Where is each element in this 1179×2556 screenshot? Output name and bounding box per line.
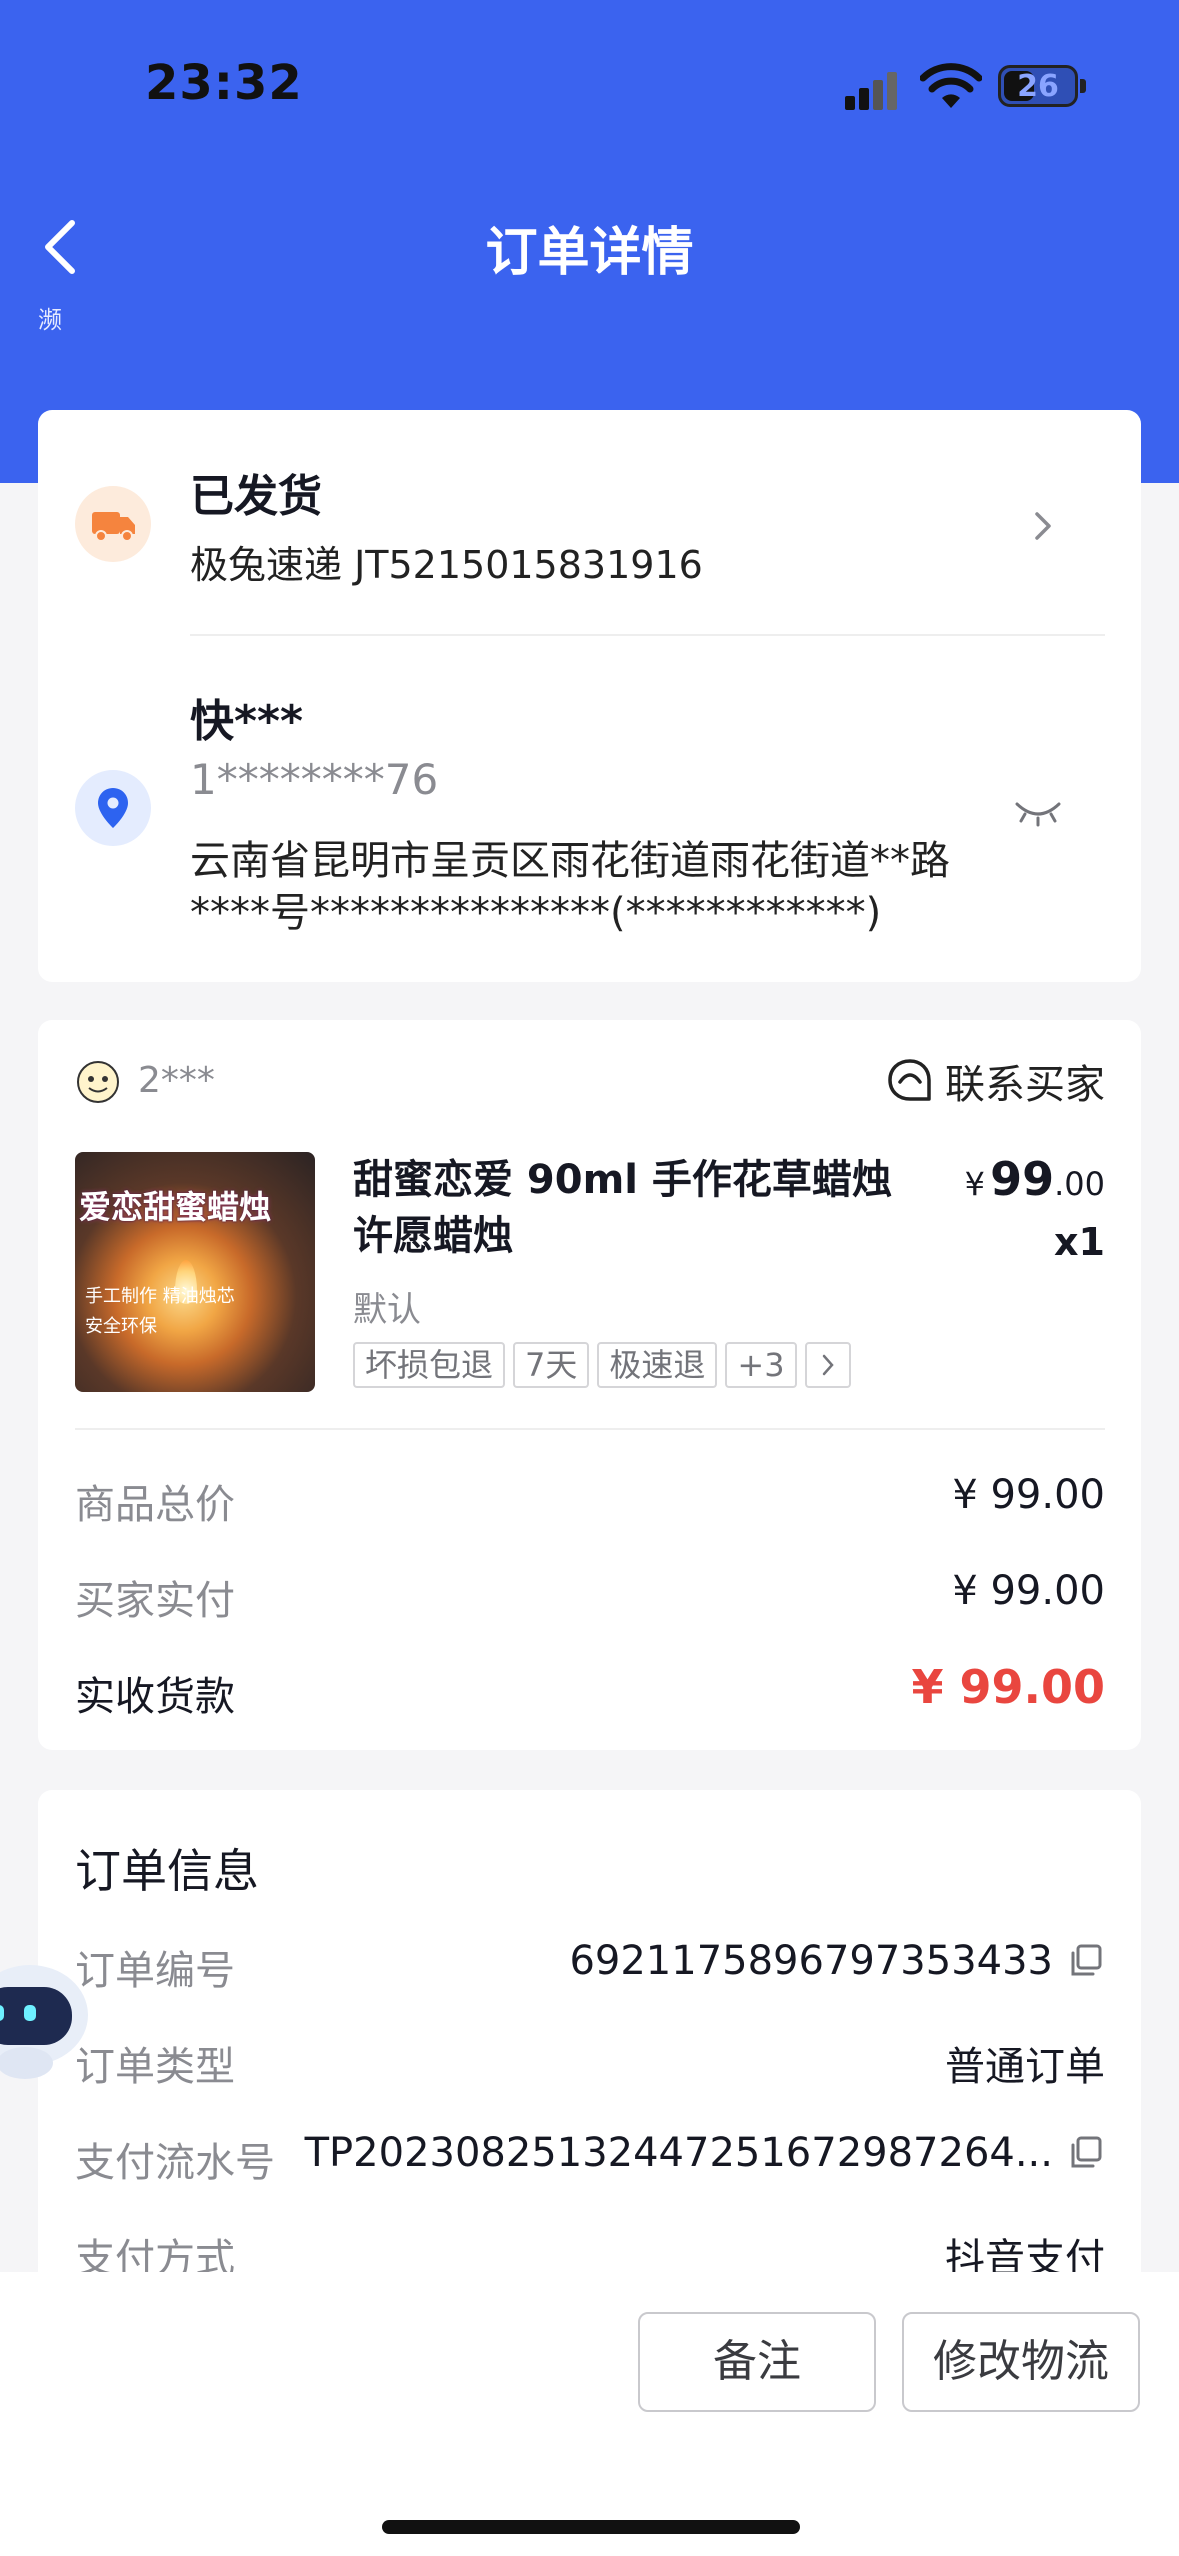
address-line-2: ****号***************(************): [190, 890, 882, 936]
product-image-check-1: 手工制作 精油烛芯: [85, 1286, 235, 1307]
divider: [75, 1428, 1105, 1430]
delivery-truck-icon: [75, 486, 151, 562]
header-partial-text: 濒: [38, 306, 62, 334]
price-value: ¥ 99.00: [952, 1472, 1105, 1518]
tag-7-day: 7天: [513, 1342, 590, 1388]
payment-serial-value: TP2023082513244725167298726​4...: [304, 2130, 1053, 2176]
shop-avatar[interactable]: [76, 1060, 120, 1104]
received-amount: ¥ 99.00: [911, 1660, 1105, 1714]
price-label: 实收货款: [75, 1674, 235, 1720]
status-time: 23:32: [145, 55, 303, 111]
price-row-total: 商品总价 ¥ 99.00: [75, 1472, 1105, 1532]
product-spec: 默认: [353, 1290, 421, 1330]
product-price: ¥ 99.00: [965, 1152, 1105, 1206]
cellular-signal-icon: [845, 70, 905, 110]
contact-buyer-button[interactable]: 联系买家: [885, 1056, 1105, 1108]
product-title[interactable]: 甜蜜恋爱 90ml 手作花草蜡烛许愿蜡烛: [353, 1152, 913, 1264]
price-decimal: .00: [1054, 1165, 1105, 1203]
modify-logistics-button[interactable]: 修改物流: [902, 2312, 1140, 2412]
shipping-address-card: 已发货 极兔速递 JT5215015831916 快*** 1********7…: [38, 410, 1141, 982]
battery-level: 26: [1017, 69, 1059, 104]
assistant-robot-icon[interactable]: [0, 1945, 100, 2095]
tags-expand-button[interactable]: [804, 1342, 851, 1388]
info-row-order-id: 订单编号 6921175896797353433: [75, 1938, 1105, 1998]
divider: [190, 634, 1105, 636]
info-value: TP2023082513244725167298726​4...: [305, 2130, 1105, 2176]
chevron-right-icon: [822, 1354, 834, 1376]
status-bar: 23:32 26: [0, 0, 1179, 170]
chat-bubble-icon: [888, 1059, 931, 1101]
chevron-right-icon[interactable]: [1023, 506, 1063, 546]
copy-icon[interactable]: [1065, 2133, 1105, 2173]
price-value: ¥ 99.00: [952, 1568, 1105, 1614]
tag-more-count: +3: [725, 1342, 797, 1388]
order-info-title: 订单信息: [75, 1844, 259, 1898]
order-info-card: 订单信息 订单编号 6921175896797353433 订单类型 普通订单 …: [38, 1790, 1141, 2310]
info-value: 普通订单: [945, 2044, 1105, 2090]
product-card: 2*** 联系买家 爱恋甜蜜蜡烛 手工制作 精油烛芯 安全环保 甜蜜恋爱 90m…: [38, 1020, 1141, 1750]
bottom-action-bar: 备注 修改物流: [0, 2272, 1179, 2556]
wifi-icon: [920, 63, 982, 108]
contact-buyer-label: 联系买家: [945, 1062, 1105, 1108]
price-integer: 99: [990, 1152, 1055, 1206]
info-label: 支付流水号: [75, 2140, 275, 2186]
recipient-name: 快***: [190, 696, 304, 747]
product-image-caption: 爱恋甜蜜蜡烛: [79, 1188, 272, 1226]
location-pin-icon: [75, 770, 151, 846]
info-row-order-type: 订单类型 普通订单: [75, 2034, 1105, 2094]
price-row-received: 实收货款 ¥ 99.00: [75, 1660, 1105, 1724]
shipping-status: 已发货: [190, 471, 322, 522]
order-id-value: 6921175896797353433: [569, 1938, 1053, 1984]
tracking-number[interactable]: 极兔速递 JT5215015831916: [190, 534, 703, 589]
product-image-check-2: 安全环保: [85, 1316, 157, 1337]
address-line-1: 云南省昆明市呈贡区雨花街道雨花街道**路: [190, 838, 950, 884]
tag-fast-refund: 极速退: [597, 1342, 718, 1388]
page-title: 订单详情: [485, 223, 694, 283]
copy-icon[interactable]: [1065, 1941, 1105, 1981]
note-button[interactable]: 备注: [638, 2312, 876, 2412]
service-tags: 坏损包退 7天 极速退 +3: [353, 1342, 859, 1388]
price-row-paid: 买家实付 ¥ 99.00: [75, 1568, 1105, 1628]
info-row-payment-serial: 支付流水号 TP2023082513244725167298726​4...: [75, 2130, 1105, 2190]
home-indicator: [382, 2520, 800, 2534]
tag-damage-refund: 坏损包退: [353, 1342, 506, 1388]
shop-name: 2***: [138, 1060, 215, 1101]
battery-icon: 26: [998, 65, 1078, 107]
product-image[interactable]: 爱恋甜蜜蜡烛 手工制作 精油烛芯 安全环保: [75, 1152, 315, 1392]
info-value: 6921175896797353433: [569, 1938, 1105, 1984]
price-label: 买家实付: [75, 1578, 235, 1624]
battery-tip: [1080, 79, 1086, 93]
recipient-phone: 1********76: [190, 755, 439, 804]
price-currency: ¥: [964, 1165, 985, 1203]
price-label: 商品总价: [75, 1482, 235, 1528]
eye-closed-icon[interactable]: [1013, 790, 1063, 830]
product-quantity: x1: [1054, 1220, 1105, 1264]
